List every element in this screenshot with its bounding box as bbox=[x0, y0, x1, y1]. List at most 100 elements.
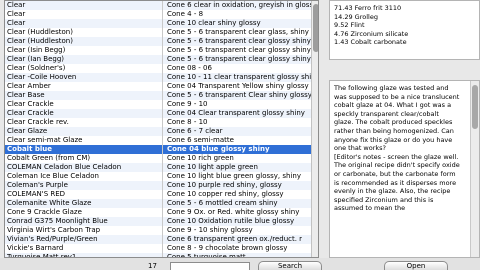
glaze-cone-cell: Cone 10 purple red shiny, glossy bbox=[167, 181, 282, 189]
glaze-cone-cell: Cone 6 semi-matte bbox=[167, 136, 234, 144]
glaze-name-cell: Clear bbox=[6, 10, 163, 19]
notes-text: The following glaze was tested and was s… bbox=[334, 84, 460, 213]
recipe-line: 14.29 Grolleg bbox=[334, 12, 378, 21]
glaze-name-cell: Clear Base bbox=[6, 91, 163, 100]
table-row[interactable]: Clear (Soldner's) Cone 08 - 06 bbox=[5, 64, 311, 73]
recipe-line: 1.43 Cobalt carbonate bbox=[334, 38, 407, 46]
table-scrollbar[interactable] bbox=[311, 1, 318, 257]
table-row[interactable]: Clear (Huddleston) Cone 5 - 6 transparent… bbox=[5, 37, 311, 46]
recipe-pane: 71.43 Ferro frit 3110 14.29 Grolleg 9.52… bbox=[329, 0, 480, 60]
notes-scrollbar-thumb[interactable] bbox=[472, 85, 478, 129]
table-row[interactable]: Coleman Ice Blue Celadon Cone 10 light bl… bbox=[5, 172, 311, 181]
glaze-cone-cell: Cone 6 transparent green ox./reduct. r bbox=[167, 235, 303, 243]
glaze-cone-cell: Cone 5 - 6 transparent Clear shiny gloss… bbox=[167, 91, 311, 99]
notes-scrollbar[interactable] bbox=[470, 81, 479, 257]
glaze-name-cell: Clear Crackle bbox=[6, 109, 163, 118]
table-row[interactable]: COLEMAN'S RED Cone 10 copper red shiny, g… bbox=[5, 190, 311, 199]
glaze-name-cell: Cobalt Green (from CM) bbox=[6, 154, 163, 163]
glaze-cone-cell: Cone 04 blue glossy shiny bbox=[167, 145, 270, 153]
table-row[interactable]: Clear Crackle Cone 04 Clear transparent g… bbox=[5, 109, 311, 118]
notes-pane[interactable]: The following glaze was tested and was s… bbox=[329, 80, 480, 258]
glaze-name-cell: Clear (Huddleston) bbox=[6, 37, 163, 46]
glaze-cone-cell: Cone 5 - 6 transparent clear glossy shin… bbox=[167, 37, 311, 45]
result-count-label: 17 bbox=[148, 262, 157, 270]
glaze-name-cell: Clear (Isin Begg) bbox=[6, 46, 163, 55]
glaze-cone-cell: Cone 8 - 10 bbox=[167, 118, 208, 126]
glaze-name-cell: Conrad G375 Moonlight Blue bbox=[6, 217, 163, 226]
glaze-cone-cell: Cone 5 - 6 transparent clear glossy shin… bbox=[167, 46, 311, 54]
table-row[interactable]: Coleman's Purple Cone 10 purple red shiny… bbox=[5, 181, 311, 190]
glaze-name-cell: Clear Crackle bbox=[6, 100, 163, 109]
glaze-cone-cell: Cone 6 - 7 clear bbox=[167, 127, 223, 135]
glaze-cone-cell: Cone 10 copper red shiny, glossy bbox=[167, 190, 284, 198]
table-row[interactable]: Clear Crackle Cone 9 - 10 bbox=[5, 100, 311, 109]
glaze-name-cell: Clear Crackle rev. bbox=[6, 118, 163, 127]
glaze-cone-cell: Cone 9 Ox. or Red. white glossy shiny bbox=[167, 208, 300, 216]
table-row[interactable]: Clear Crackle rev. Cone 8 - 10 bbox=[5, 118, 311, 127]
glaze-cone-cell: Cone 5 - 6 transparent clear glossy shin… bbox=[167, 55, 311, 63]
table-row[interactable]: Virginia Wirt's Carbon Trap Cone 9 - 10 s… bbox=[5, 226, 311, 235]
glaze-cone-cell: Cone 9 - 10 bbox=[167, 100, 208, 108]
glaze-name-cell: Clear Glaze bbox=[6, 127, 163, 136]
glaze-cone-cell: Cone 04 Clear transparent glossy shiny bbox=[167, 109, 305, 117]
glaze-name-cell: Cone 9 Crackle Glaze bbox=[6, 208, 163, 217]
table-scrollbar-thumb[interactable] bbox=[313, 4, 318, 52]
glaze-name-cell: COLEMAN Celadon Blue Celadon bbox=[6, 163, 163, 172]
table-row[interactable]: Clear (Ian Begg) Cone 5 - 6 transparent c… bbox=[5, 55, 311, 64]
glaze-name-cell: Clear bbox=[6, 1, 163, 10]
table-row[interactable]: Colemanite White Glaze Cone 5 - 6 mottled… bbox=[5, 199, 311, 208]
glaze-cone-cell: Cone 10 light blue green glossy, shiny bbox=[167, 172, 301, 180]
glaze-name-cell: Clear semi-mat Glaze bbox=[6, 136, 163, 145]
glaze-cone-cell: Cone 5 - 6 transparent clear glass, shin… bbox=[167, 28, 309, 36]
table-row[interactable]: Clear semi-mat Glaze Cone 6 semi-matte bbox=[5, 136, 311, 145]
table-row[interactable]: Clear Cone 10 clear shiny glossy bbox=[5, 19, 311, 28]
glaze-cone-cell: Cone 4 - 8 bbox=[167, 10, 204, 18]
glaze-name-cell: Coleman Ice Blue Celadon bbox=[6, 172, 163, 181]
open-button[interactable]: Open bbox=[384, 261, 448, 270]
table-row[interactable]: Conrad G375 Moonlight Blue Cone 10 Oxidat… bbox=[5, 217, 311, 226]
glaze-cone-cell: Cone 9 - 10 shiny glossy bbox=[167, 226, 253, 234]
table-row[interactable]: Clear Cone 6 clear in oxidation, greyish … bbox=[5, 1, 311, 10]
glaze-cone-cell: Cone 10 clear shiny glossy bbox=[167, 19, 261, 27]
recipe-line: 71.43 Ferro frit 3110 bbox=[334, 4, 402, 12]
recipe-line: 4.76 Zirconium silicate bbox=[334, 29, 409, 38]
table-row[interactable]: Clear -Coile Hooven Cone 10 - 11 clear tr… bbox=[5, 73, 311, 82]
search-button[interactable]: Search bbox=[258, 261, 322, 270]
glaze-cone-cell: Cone 04 Transparent Yellow shiny glossy bbox=[167, 82, 309, 90]
table-row[interactable]: Vivian's Red/Purple/Green Cone 6 transpar… bbox=[5, 235, 311, 244]
glaze-cone-cell: Cone 10 - 11 clear transparent glossy sh… bbox=[167, 73, 311, 81]
table-row[interactable]: Clear (Huddleston) Cone 5 - 6 transparent… bbox=[5, 28, 311, 37]
table-row[interactable]: Vickie's Barnard Cone 8 - 9 chocolate bro… bbox=[5, 244, 311, 253]
glaze-name-cell: Clear -Coile Hooven bbox=[6, 73, 163, 82]
glaze-name-cell: Cobalt blue bbox=[6, 145, 163, 154]
glaze-name-cell: Vivian's Red/Purple/Green bbox=[6, 235, 163, 244]
glaze-name-cell: Clear bbox=[6, 19, 163, 28]
table-row[interactable]: Cobalt Green (from CM) Cone 10 rich green bbox=[5, 154, 311, 163]
glaze-table[interactable]: Clear Cone 6 clear in oxidation, greyish … bbox=[4, 0, 319, 258]
table-row[interactable]: Clear Amber Cone 04 Transparent Yellow sh… bbox=[5, 82, 311, 91]
table-row[interactable]: Clear Glaze Cone 6 - 7 clear bbox=[5, 127, 311, 136]
glaze-cone-cell: Cone 08 - 06 bbox=[167, 64, 212, 72]
glaze-name-cell: COLEMAN'S RED bbox=[6, 190, 163, 199]
glaze-name-cell: Clear Amber bbox=[6, 82, 163, 91]
table-row[interactable]: Clear Base Cone 5 - 6 transparent Clear s… bbox=[5, 91, 311, 100]
table-row[interactable]: COLEMAN Celadon Blue Celadon Cone 10 ligh… bbox=[5, 163, 311, 172]
glaze-cone-cell: Cone 5 - 6 mottled cream shiny bbox=[167, 199, 278, 207]
table-row[interactable]: Cobalt blue Cone 04 blue glossy shiny bbox=[5, 145, 311, 154]
glaze-cone-cell: Cone 10 Oxidation rutile blue glossy bbox=[167, 217, 295, 225]
recipe-line: 9.52 Flint bbox=[334, 21, 365, 29]
table-row[interactable]: Cone 9 Crackle Glaze Cone 9 Ox. or Red. w… bbox=[5, 208, 311, 217]
glaze-name-cell: Clear (Ian Begg) bbox=[6, 55, 163, 64]
glaze-cone-cell: Cone 6 clear in oxidation, greyish in gl… bbox=[167, 1, 311, 9]
glaze-name-cell: Coleman's Purple bbox=[6, 181, 163, 190]
glaze-name-cell: Clear (Huddleston) bbox=[6, 28, 163, 37]
glaze-name-cell: Colemanite White Glaze bbox=[6, 199, 163, 208]
glaze-name-cell: Virginia Wirt's Carbon Trap bbox=[6, 226, 163, 235]
glaze-cone-cell: Cone 8 - 9 chocolate brown glossy bbox=[167, 244, 288, 252]
glaze-cone-cell: Cone 10 rich green bbox=[167, 154, 234, 162]
glaze-name-cell: Vickie's Barnard bbox=[6, 244, 163, 253]
table-row[interactable]: Clear Cone 4 - 8 bbox=[5, 10, 311, 19]
table-row[interactable]: Clear (Isin Begg) Cone 5 - 6 transparent … bbox=[5, 46, 311, 55]
glaze-name-cell: Clear (Soldner's) bbox=[6, 64, 163, 73]
search-input[interactable] bbox=[170, 262, 250, 270]
